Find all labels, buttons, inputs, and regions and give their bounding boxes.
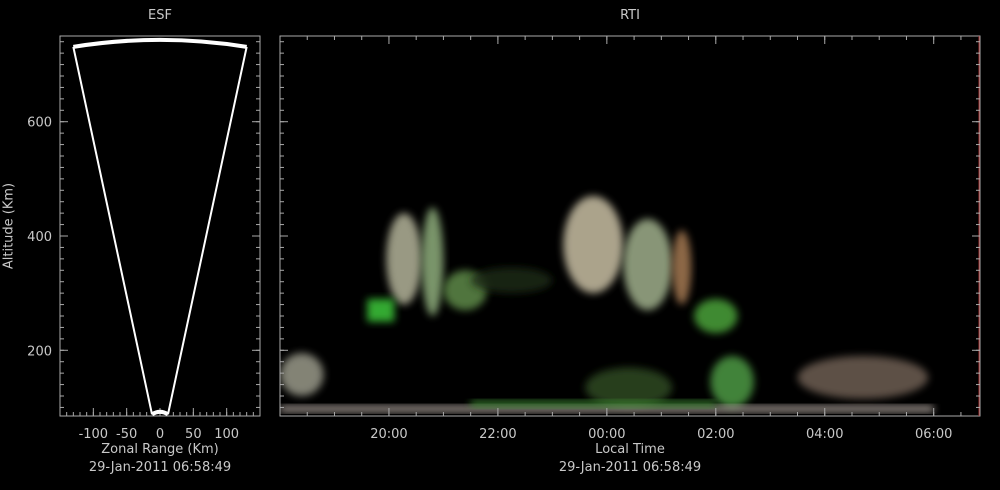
rti-echo-region xyxy=(470,267,553,294)
rti-echo-region xyxy=(623,218,673,311)
rti-x-tick-label: 04:00 xyxy=(806,427,843,442)
rti-echo-region xyxy=(710,356,754,408)
rti-echo-layer xyxy=(280,196,934,412)
rti-echo-region xyxy=(797,356,929,399)
rti-x-tick-label: 02:00 xyxy=(697,427,734,442)
rti-x-tick-label: 20:00 xyxy=(370,427,407,442)
rti-echo-region xyxy=(367,298,395,322)
rti-echo-region xyxy=(672,230,692,305)
rti-echo-region xyxy=(694,298,738,334)
rti-echo-region xyxy=(470,400,716,408)
rti-echo-region xyxy=(280,353,324,397)
rti-chart: 20:00 22:00 00:00 02:00 04:00 06:00 xyxy=(279,35,981,442)
rti-x-tick-label: 22:00 xyxy=(479,427,516,442)
rti-x-tick-label: 00:00 xyxy=(588,427,625,442)
rti-echo-region xyxy=(421,207,444,316)
rti-x-tick-label: 06:00 xyxy=(915,427,952,442)
rti-echo-region xyxy=(563,196,624,294)
rti-echo-region xyxy=(386,213,422,305)
